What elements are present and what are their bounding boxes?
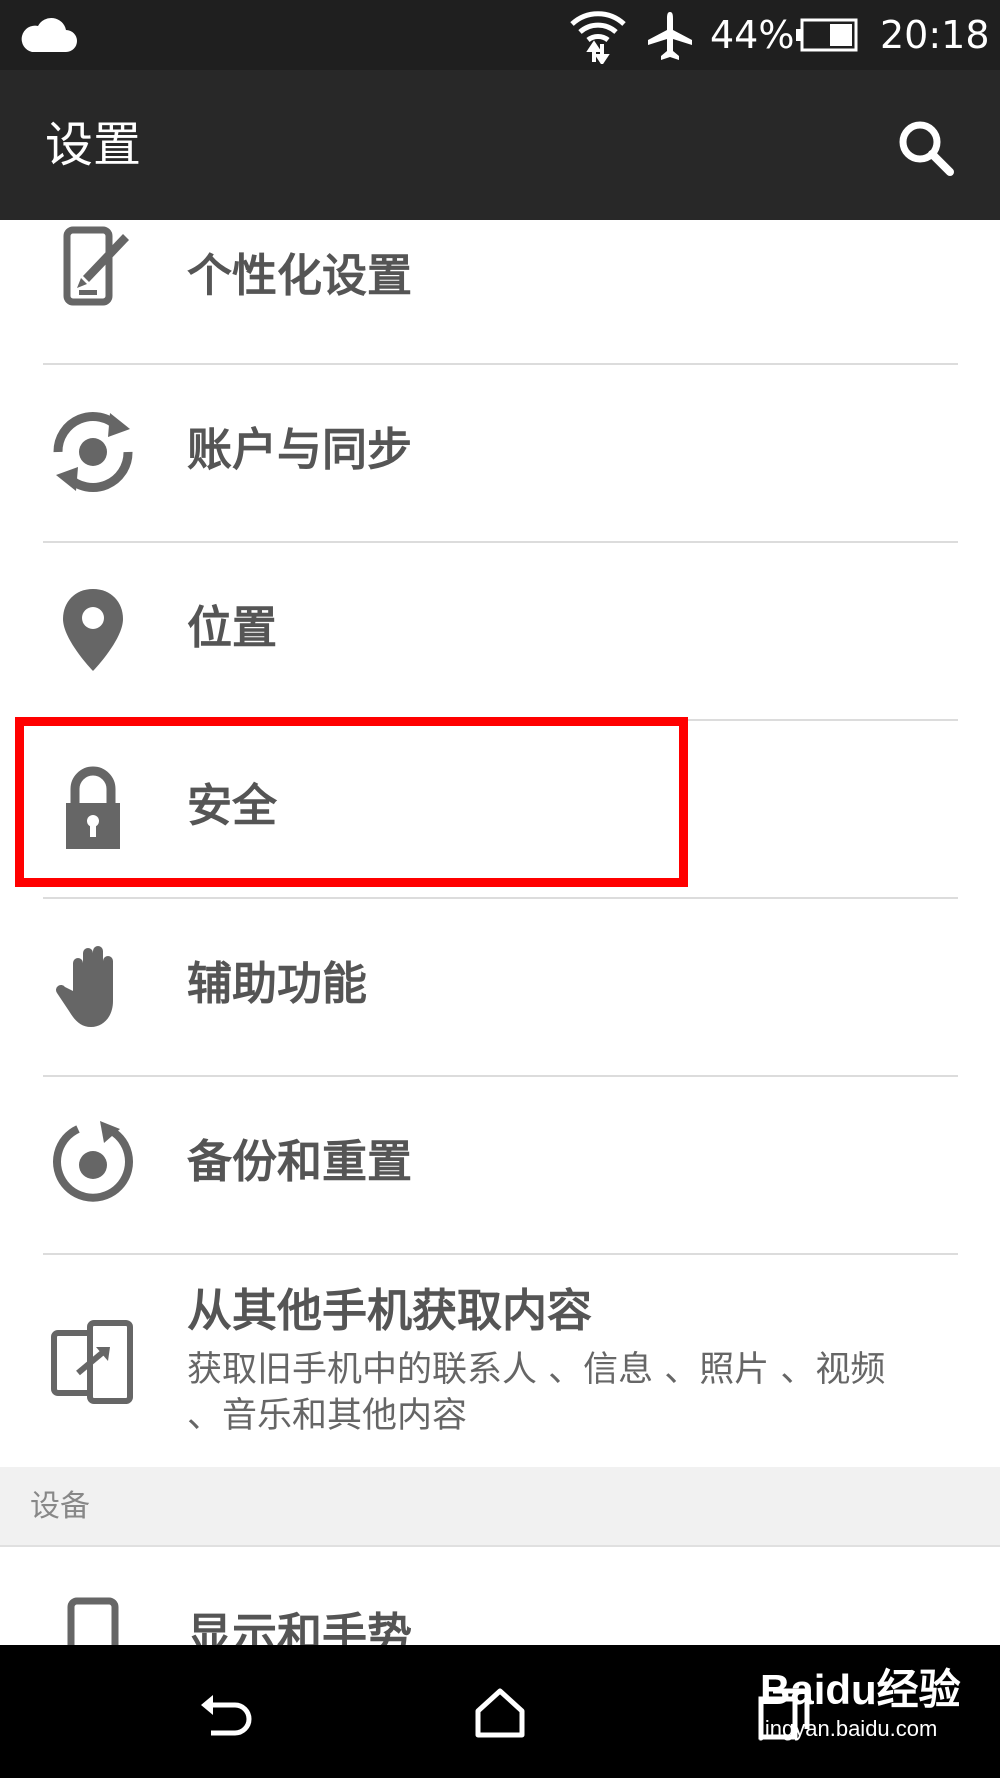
settings-item-backup-reset[interactable]: 备份和重置 [0,1077,1000,1253]
wifi-icon [570,11,626,64]
item-label: 账户与同步 [187,423,413,476]
settings-item-accounts-sync[interactable]: 账户与同步 [0,365,1000,541]
app-bar: 设置 [0,70,1000,220]
page-title: 设置 [45,117,142,173]
clock: 20:18 [880,13,990,57]
personalize-icon [48,220,138,310]
transfer-icon [48,1317,138,1407]
section-header-device: 设备 [0,1467,1000,1547]
navigation-bar: Baidu经验 jingyan.baidu.com [0,1645,1000,1778]
item-subtitle: 获取旧手机中的联系人 、信息 、照片 、视频 、音乐和其他内容 [187,1350,886,1436]
settings-item-accessibility[interactable]: 辅助功能 [0,899,1000,1075]
baidu-watermark: Baidu经验 jingyan.baidu.com [760,1665,961,1743]
battery-icon [796,18,858,52]
section-title: 设备 [30,1489,90,1524]
airplane-mode-icon [648,12,692,60]
settings-item-personalize[interactable]: 个性化设置 [0,220,1000,364]
item-label: 备份和重置 [187,1135,413,1188]
backup-reset-icon [48,1119,138,1209]
search-icon[interactable] [896,118,956,178]
watermark-brand: Baidu经验 [760,1666,961,1713]
status-bar: 44% 20:18 [0,0,1000,70]
settings-item-display-gestures[interactable]: 显示和手势 [0,1549,1000,1645]
cloud-icon [21,17,77,53]
item-label: 从其他手机获取内容 [187,1284,593,1337]
sync-icon [48,407,138,497]
highlight-box [15,717,688,887]
item-label: 辅助功能 [187,957,368,1010]
back-icon[interactable] [195,1683,255,1743]
home-icon[interactable] [470,1683,530,1743]
hand-icon [48,941,138,1031]
settings-item-transfer[interactable]: 从其他手机获取内容 获取旧手机中的联系人 、信息 、照片 、视频 、音乐和其他内… [0,1255,1000,1467]
item-label: 位置 [187,601,278,654]
item-label: 个性化设置 [187,249,413,302]
watermark-url: jingyan.baidu.com [760,1716,938,1741]
location-pin-icon [48,585,138,675]
settings-item-location[interactable]: 位置 [0,543,1000,719]
item-label: 显示和手势 [187,1608,413,1645]
battery-percent: 44% [710,13,795,57]
phone-icon [48,1597,138,1645]
